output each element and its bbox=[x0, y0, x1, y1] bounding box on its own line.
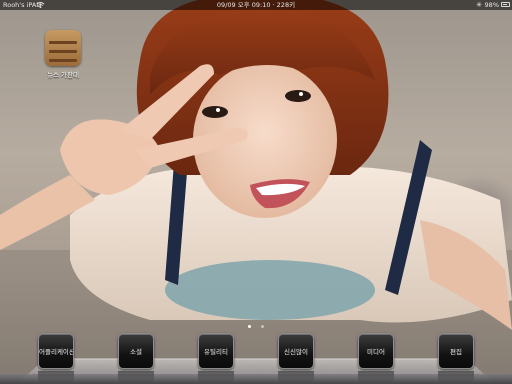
page-dot-2[interactable] bbox=[260, 325, 264, 328]
dock-folder-applications[interactable]: 어플리케이션 bbox=[38, 333, 74, 369]
dock-reflection bbox=[198, 371, 234, 383]
battery-percent: 98% bbox=[484, 1, 499, 9]
dock-reflection bbox=[438, 371, 474, 383]
dock-folder-misc[interactable]: 신신많이 bbox=[278, 333, 314, 369]
status-bar: Rooh's iPAD 09/09 오후 09:10 · 228키 ✳ 98% bbox=[0, 0, 512, 10]
dock-reflection bbox=[358, 371, 394, 383]
newsstand-app[interactable]: 뉴스 가판대 bbox=[45, 30, 81, 79]
dock-folder-utility[interactable]: 유틸리티 bbox=[198, 333, 234, 369]
page-indicator[interactable] bbox=[0, 313, 512, 328]
dock-shelf-front bbox=[0, 374, 512, 384]
newsstand-label: 뉴스 가판대 bbox=[47, 71, 79, 79]
newsstand-shelf bbox=[49, 50, 77, 53]
dock-folder-social[interactable]: 소셜 bbox=[118, 333, 154, 369]
dock-reflection bbox=[278, 371, 314, 383]
dock-reflection bbox=[118, 371, 154, 383]
dock bbox=[0, 348, 512, 384]
dock-folder-media[interactable]: 미디어 bbox=[358, 333, 394, 369]
newsstand-shelf bbox=[49, 59, 77, 62]
dock-folder-edit[interactable]: 편집 bbox=[438, 333, 474, 369]
dock-reflection bbox=[38, 371, 74, 383]
status-clock: 09/09 오후 09:10 · 228키 bbox=[216, 1, 296, 9]
battery-icon bbox=[501, 2, 510, 7]
bluetooth-icon: ✳ bbox=[476, 1, 482, 9]
newsstand-shelf bbox=[49, 41, 77, 44]
newsstand-icon bbox=[45, 30, 81, 66]
